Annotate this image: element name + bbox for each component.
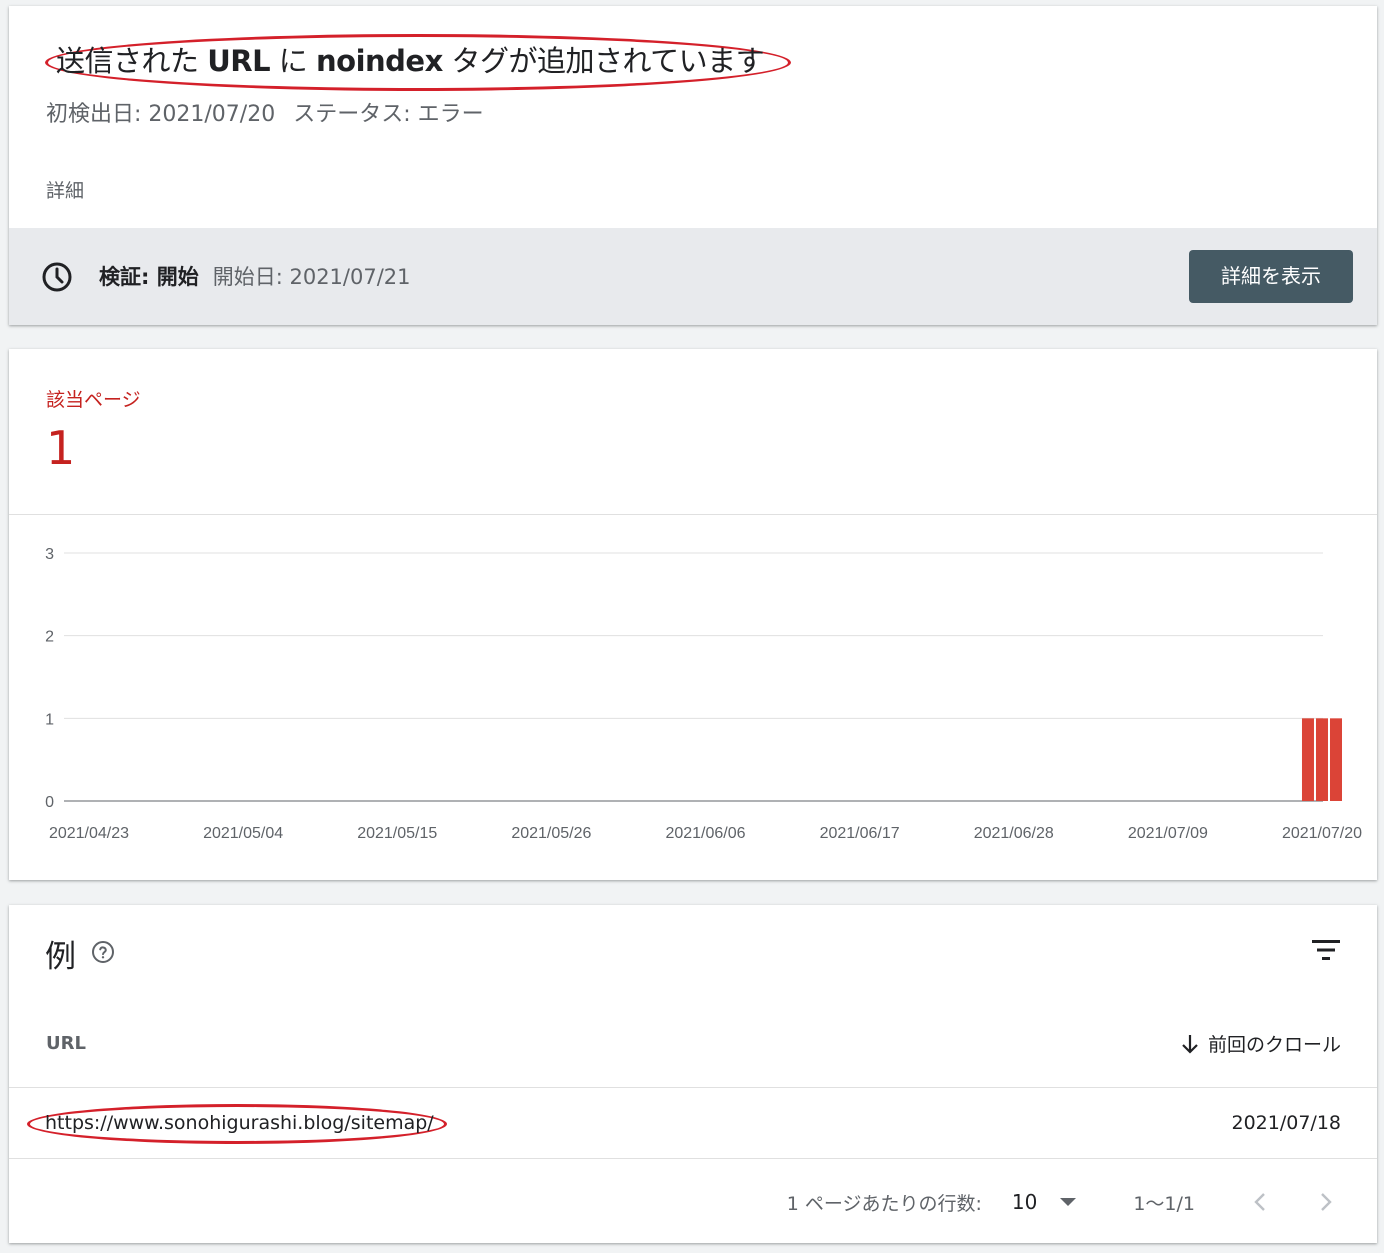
- help-circle-icon[interactable]: [91, 940, 115, 964]
- chevron-left-icon: [1254, 1193, 1265, 1211]
- rows-per-page-value: 10: [1011, 1190, 1038, 1214]
- x-tick-label: 2021/06/28: [974, 825, 1054, 842]
- last-crawl-label: 前回のクロール: [1207, 1034, 1341, 1056]
- clock-icon: [42, 262, 72, 292]
- validation-status: 検証: 開始 開始日: 2021/07/21: [99, 261, 411, 293]
- rows-per-page-label: 1 ページあたりの行数:: [786, 1192, 982, 1215]
- arrow-down-icon: [1182, 1034, 1198, 1054]
- chevron-right-icon: [1321, 1193, 1332, 1211]
- x-tick-label: 2021/07/09: [1128, 825, 1208, 842]
- y-tick-label: 3: [45, 546, 54, 563]
- details-label: 詳細: [46, 180, 85, 202]
- first-detected: 初検出日: 2021/07/20: [46, 102, 276, 127]
- y-tick-label: 1: [45, 711, 54, 728]
- x-tick-label: 2021/05/04: [203, 825, 283, 842]
- bar: [1330, 718, 1342, 801]
- x-tick-label: 2021/06/06: [665, 825, 745, 842]
- x-tick-label: 2021/06/17: [820, 825, 900, 842]
- y-tick-label: 2: [45, 629, 54, 646]
- x-tick-label: 2021/05/15: [357, 825, 437, 842]
- table-row[interactable]: https://www.sonohigurashi.blog/sitemap/ …: [9, 1087, 1377, 1159]
- validation-start-date: 開始日: 2021/07/21: [212, 265, 411, 289]
- issue-meta: 初検出日: 2021/07/20 ステータス: エラー: [46, 96, 484, 128]
- status: ステータス: エラー: [293, 102, 484, 127]
- y-tick-label: 0: [45, 794, 54, 811]
- bar: [1301, 718, 1314, 801]
- pagination: 1 ページあたりの行数: 10 1～1/1: [787, 1187, 1341, 1217]
- examples-title: 例: [45, 939, 76, 975]
- column-header-url[interactable]: URL: [46, 1033, 86, 1054]
- affected-pages-value: 1: [46, 421, 76, 475]
- previous-page-button[interactable]: [1245, 1187, 1275, 1217]
- examples-card: 例 URL 前回のクロール https://www.sonohigurashi.…: [9, 905, 1377, 1243]
- affected-pages-chart: 0 1 2 3 2021/04/23 2021/05/04 2021/05/15 2021/0…: [45, 546, 1362, 842]
- next-page-button[interactable]: [1311, 1187, 1341, 1217]
- rows-per-page-select[interactable]: 10: [1012, 1190, 1077, 1214]
- issue-title: 送信された URL に noindex タグが追加されています: [56, 44, 765, 78]
- x-tick-label: 2021/04/23: [49, 825, 129, 842]
- affected-pages-label: 該当ページ: [46, 389, 141, 411]
- column-header-last-crawl[interactable]: 前回のクロール: [1180, 1030, 1341, 1057]
- row-last-crawl: 2021/07/18: [1231, 1112, 1341, 1134]
- filter-icon[interactable]: [1311, 937, 1341, 963]
- chart-card: 該当ページ 1 0 1 2 3 2021/04/23 2021/05/04 2021/05/…: [9, 349, 1377, 880]
- x-tick-label: 2021/05/26: [511, 825, 591, 842]
- title-annotation-circle: 送信された URL に noindex タグが追加されています: [45, 34, 791, 91]
- dropdown-triangle-icon: [1060, 1198, 1077, 1206]
- issue-card: 送信された URL に noindex タグが追加されています 初検出日: 20…: [9, 6, 1377, 325]
- show-details-button[interactable]: 詳細を表示: [1189, 250, 1353, 303]
- bar: [1315, 718, 1328, 801]
- row-url[interactable]: https://www.sonohigurashi.blog/sitemap/: [45, 1112, 434, 1134]
- x-tick-label: 2021/07/20: [1282, 825, 1362, 842]
- validation-bar: 検証: 開始 開始日: 2021/07/21 詳細を表示: [9, 228, 1377, 325]
- validation-label: 検証: 開始: [99, 265, 199, 289]
- page-range: 1～1/1: [1133, 1192, 1195, 1215]
